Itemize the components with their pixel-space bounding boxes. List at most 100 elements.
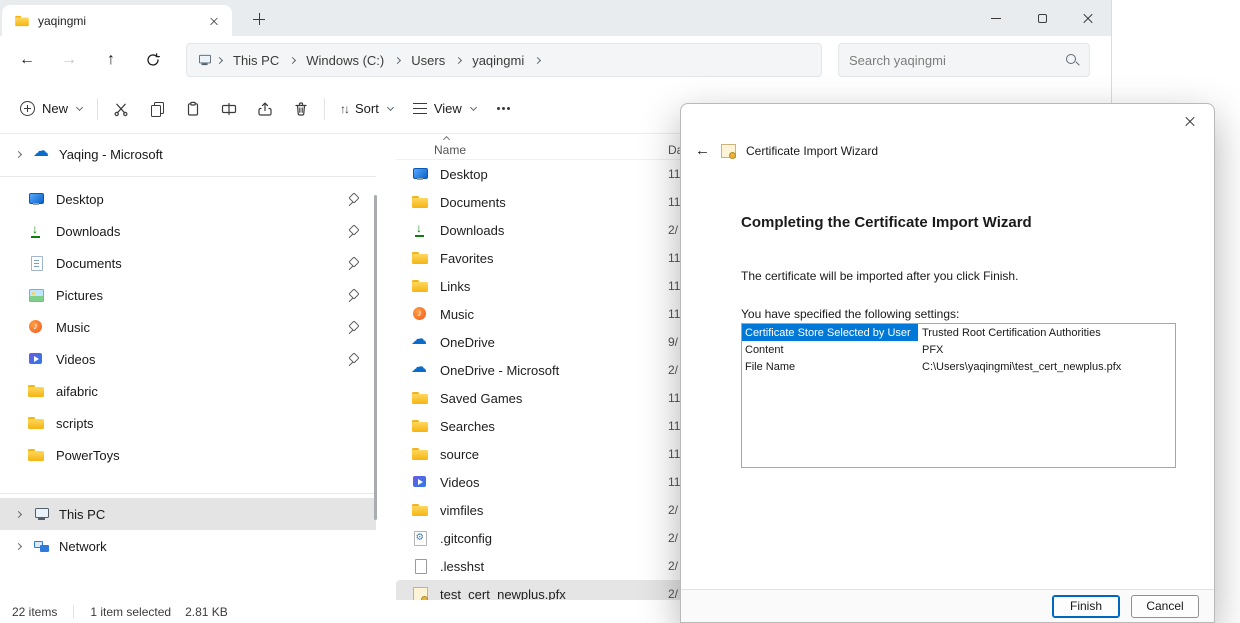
finish-button[interactable]: Finish	[1052, 595, 1120, 618]
paste-button[interactable]	[175, 91, 211, 127]
tab-close-icon[interactable]	[204, 11, 224, 31]
file-name: Favorites	[440, 251, 493, 266]
chevron-right-icon	[289, 56, 296, 63]
view-button[interactable]: View	[403, 91, 486, 127]
setting-key: Content	[742, 341, 918, 358]
file-date: 2/	[668, 587, 678, 600]
copy-button[interactable]	[139, 91, 175, 127]
sidebar-item[interactable]: PowerToys	[0, 439, 376, 471]
chevron-right-icon[interactable]	[15, 542, 22, 549]
sidebar-tree-item[interactable]: This PC	[0, 498, 376, 530]
sidebar-item[interactable]: Music	[0, 311, 376, 343]
pin-icon	[347, 289, 360, 302]
file-date: 2/	[668, 531, 678, 545]
search-input[interactable]	[849, 53, 1066, 68]
sidebar-item-icon	[28, 351, 44, 367]
file-date: 2/	[668, 559, 678, 573]
dialog-header: Certificate Import Wizard	[695, 142, 878, 159]
settings-intro: You have specified the following setting…	[741, 307, 959, 321]
setting-row[interactable]: Certificate Store Selected by User Trust…	[742, 324, 1175, 341]
maximize-button[interactable]	[1019, 0, 1065, 36]
cancel-button[interactable]: Cancel	[1131, 595, 1199, 618]
chevron-right-icon[interactable]	[15, 150, 22, 157]
rename-button[interactable]	[211, 91, 247, 127]
column-header-name[interactable]: Name	[434, 143, 466, 157]
dialog-close-button[interactable]	[1168, 106, 1212, 136]
tree-item-icon	[34, 538, 50, 554]
chevron-down-icon	[387, 103, 394, 110]
setting-row[interactable]: File Name C:\Users\yaqingmi\test_cert_ne…	[742, 358, 1175, 375]
breadcrumb-item[interactable]: Windows (C:)	[299, 50, 391, 71]
screen: yaqingmi	[0, 0, 1240, 623]
breadcrumb-item[interactable]: Users	[404, 50, 452, 71]
breadcrumb-item[interactable]: yaqingmi	[465, 50, 531, 71]
breadcrumb: This PC Windows (C:) Users	[226, 50, 544, 71]
sidebar-tree-item[interactable]: Network	[0, 530, 376, 562]
file-name: vimfiles	[440, 503, 483, 518]
chevron-right-icon	[534, 56, 541, 63]
divider	[0, 176, 376, 177]
sidebar-item[interactable]: Documents	[0, 247, 376, 279]
file-icon	[412, 278, 428, 294]
chevron-right-icon[interactable]	[15, 510, 22, 517]
more-button[interactable]	[486, 91, 522, 127]
file-name: Searches	[440, 419, 495, 434]
breadcrumb-item[interactable]: This PC	[226, 50, 286, 71]
file-icon	[412, 250, 428, 266]
new-tab-button[interactable]	[246, 7, 272, 31]
sidebar-item[interactable]: Desktop	[0, 183, 376, 215]
certificate-import-wizard-dialog: Certificate Import Wizard Completing the…	[680, 103, 1215, 623]
file-name: OneDrive	[440, 335, 495, 350]
divider	[97, 98, 98, 120]
refresh-button[interactable]	[136, 43, 170, 77]
sidebar-scrollbar[interactable]	[374, 195, 377, 520]
sidebar-item-label: Videos	[56, 352, 96, 367]
divider	[324, 98, 325, 120]
delete-button[interactable]	[283, 91, 319, 127]
file-icon	[412, 502, 428, 518]
setting-row[interactable]: Content PFX	[742, 341, 1175, 358]
search-icon	[1066, 54, 1079, 67]
up-button[interactable]	[94, 43, 128, 77]
sidebar-item-label: scripts	[56, 416, 94, 431]
file-date: 11	[668, 251, 680, 265]
sort-button[interactable]: Sort	[330, 91, 403, 127]
sidebar-item[interactable]: Pictures	[0, 279, 376, 311]
sidebar-item[interactable]: scripts	[0, 407, 376, 439]
sidebar-item-onedrive[interactable]: Yaqing - Microsoft	[0, 138, 376, 170]
forward-button[interactable]	[52, 43, 86, 77]
sidebar-item[interactable]: aifabric	[0, 375, 376, 407]
chevron-down-icon	[76, 103, 83, 110]
minimize-button[interactable]	[973, 0, 1019, 36]
explorer-tab[interactable]: yaqingmi	[2, 5, 232, 36]
delete-icon	[293, 101, 309, 117]
divider	[0, 493, 376, 494]
share-icon	[257, 101, 273, 117]
new-button[interactable]: New	[10, 91, 92, 127]
selection-count: 1 item selected	[90, 605, 171, 619]
selection-size: 2.81 KB	[185, 605, 228, 619]
pin-icon	[347, 257, 360, 270]
chevron-right-icon	[216, 56, 223, 63]
window-close-button[interactable]	[1065, 0, 1111, 36]
sidebar-item-icon	[28, 223, 44, 239]
sidebar-item[interactable]: Videos	[0, 343, 376, 375]
dialog-back-button[interactable]	[695, 142, 710, 159]
address-bar[interactable]: This PC Windows (C:) Users	[186, 43, 822, 77]
sort-ascending-icon	[443, 136, 450, 143]
chevron-right-icon	[455, 56, 462, 63]
settings-list[interactable]: Certificate Store Selected by User Trust…	[741, 323, 1176, 468]
file-date: 11	[668, 195, 680, 209]
file-name: Videos	[440, 475, 480, 490]
quick-access-list: Desktop Downloads Documents	[0, 183, 376, 471]
back-button[interactable]	[10, 43, 44, 77]
cut-button[interactable]	[103, 91, 139, 127]
share-button[interactable]	[247, 91, 283, 127]
file-icon	[412, 362, 428, 378]
sidebar-item[interactable]: Downloads	[0, 215, 376, 247]
new-plus-icon	[20, 101, 35, 116]
chevron-down-icon	[470, 103, 477, 110]
setting-key: Certificate Store Selected by User	[742, 324, 918, 341]
file-icon	[412, 418, 428, 434]
file-name: OneDrive - Microsoft	[440, 363, 559, 378]
